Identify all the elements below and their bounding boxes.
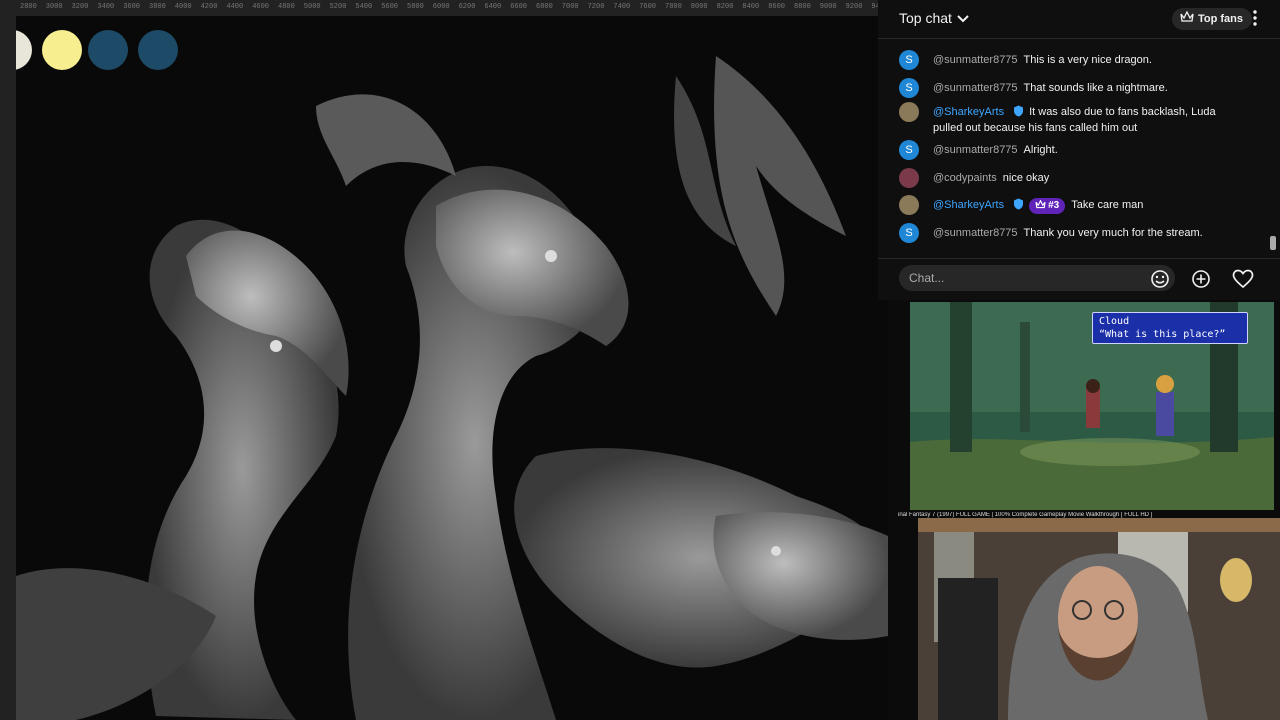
message-text: nice okay bbox=[1002, 172, 1050, 184]
ruler-tick-label: 4400 bbox=[226, 3, 244, 11]
verified-badge-icon bbox=[1013, 198, 1024, 214]
ruler-tick-label: 8200 bbox=[716, 3, 734, 11]
top-fans-button[interactable]: Top fans bbox=[1172, 8, 1253, 30]
ruler-tick-label: 7800 bbox=[665, 3, 682, 11]
more-options-icon[interactable] bbox=[1250, 9, 1260, 32]
ruler-tick-label: 2800 bbox=[20, 3, 37, 11]
message-author[interactable]: @SharkeyArts bbox=[933, 199, 1004, 211]
message-body: @sunmatter8775 This is a very nice dragon… bbox=[933, 53, 1233, 67]
verified-badge-icon bbox=[1013, 105, 1024, 121]
streamer-webcam bbox=[918, 518, 1280, 720]
message-text: Alright. bbox=[1023, 144, 1058, 156]
ruler-tick-label: 4800 bbox=[278, 3, 295, 11]
ruler-tick-label: 8000 bbox=[690, 3, 708, 11]
webcam-feed bbox=[918, 518, 1280, 720]
ruler-tick-label: 6800 bbox=[536, 3, 553, 11]
ruler-tick-label: 3200 bbox=[71, 3, 89, 11]
color-swatch[interactable] bbox=[138, 30, 178, 70]
avatar[interactable]: S bbox=[899, 50, 919, 70]
ruler-tick-label: 7400 bbox=[613, 3, 631, 11]
ruler-tick-label: 8400 bbox=[742, 3, 760, 11]
message-text: That sounds like a nightmare. bbox=[1023, 82, 1168, 94]
message-author[interactable]: @sunmatter8775 bbox=[933, 82, 1018, 94]
ruler-tick-label: 6600 bbox=[510, 3, 527, 11]
message-author[interactable]: @codypaints bbox=[933, 172, 997, 184]
ruler-tick-label: 8600 bbox=[768, 3, 785, 11]
message-text: Take care man bbox=[1071, 199, 1144, 211]
ruler-tick-label: 7000 bbox=[561, 3, 579, 11]
message-body: @sunmatter8775 Alright. bbox=[933, 143, 1233, 157]
add-icon[interactable] bbox=[1191, 269, 1211, 294]
ruler-tick-label: 4600 bbox=[252, 3, 269, 11]
heart-icon[interactable] bbox=[1232, 269, 1254, 294]
emoji-icon[interactable] bbox=[1150, 269, 1170, 294]
avatar[interactable]: S bbox=[899, 223, 919, 243]
chat-header: Top chat Top fans bbox=[878, 0, 1280, 39]
rank-label: #3 bbox=[1048, 200, 1060, 211]
ruler-tick-label: 5800 bbox=[407, 3, 424, 11]
chat-message-list: S @sunmatter8775 This is a very nice drago… bbox=[878, 42, 1280, 252]
avatar[interactable] bbox=[899, 195, 919, 215]
ruler-tick-label: 4000 bbox=[174, 3, 192, 11]
message-body: @SharkeyArts #3 Take care man bbox=[933, 198, 1233, 214]
avatar[interactable] bbox=[899, 168, 919, 188]
ruler-tick-label: 3600 bbox=[123, 3, 140, 11]
message-text: Thank you very much for the stream. bbox=[1023, 227, 1203, 239]
avatar[interactable]: S bbox=[899, 140, 919, 160]
message-author[interactable]: @sunmatter8775 bbox=[933, 227, 1018, 239]
ruler-tick-label: 6200 bbox=[458, 3, 476, 11]
dialog-speaker: Cloud bbox=[1099, 316, 1130, 327]
ruler-tick-label: 6000 bbox=[432, 3, 450, 11]
ruler-tick-label: 7600 bbox=[639, 3, 656, 11]
message-body: @sunmatter8775 That sounds like a nightma… bbox=[933, 81, 1233, 95]
chat-scrollbar[interactable] bbox=[1270, 236, 1276, 250]
avatar[interactable] bbox=[899, 102, 919, 122]
color-swatch[interactable] bbox=[42, 30, 82, 70]
dragon-artwork[interactable] bbox=[16, 16, 888, 720]
ruler-tick-label: 4200 bbox=[200, 3, 218, 11]
dragon-illustration bbox=[16, 56, 888, 720]
game-video-player[interactable]: Cloud “What is this place?” bbox=[910, 302, 1274, 510]
ruler-tick-label: 9200 bbox=[845, 3, 863, 11]
ruler-tick-label: 8800 bbox=[794, 3, 811, 11]
ruler-tick-label: 7200 bbox=[587, 3, 605, 11]
message-author[interactable]: @sunmatter8775 bbox=[933, 144, 1018, 156]
game-dialog-box: Cloud “What is this place?” bbox=[1092, 312, 1248, 344]
live-chat-panel: Top chat Top fans S @sunmatter8775 This is… bbox=[878, 0, 1280, 300]
message-body: @codypaints nice okay bbox=[933, 171, 1233, 185]
ruler-tick-label: 9000 bbox=[819, 3, 837, 11]
ruler-tick-label: 5000 bbox=[303, 3, 321, 11]
message-body: @SharkeyArts It was also due to fans back… bbox=[933, 105, 1233, 135]
avatar[interactable]: S bbox=[899, 78, 919, 98]
canvas-area[interactable]: 2800 3000 3200 3400 3600 3800 4000 4200 4400 4600… bbox=[0, 0, 888, 720]
message-author[interactable]: @SharkeyArts bbox=[933, 106, 1004, 118]
chevron-down-icon[interactable] bbox=[956, 12, 970, 31]
chat-mode-label[interactable]: Top chat bbox=[899, 10, 952, 26]
ruler-tick-label: 3000 bbox=[45, 3, 63, 11]
ruler-tick-label: 6400 bbox=[484, 3, 502, 11]
message-text: This is a very nice dragon. bbox=[1023, 54, 1152, 66]
top-fan-rank-badge: #3 bbox=[1029, 198, 1066, 214]
chat-input[interactable]: Chat... bbox=[899, 265, 1175, 291]
message-author[interactable]: @sunmatter8775 bbox=[933, 54, 1018, 66]
chat-input-row: Chat... bbox=[878, 258, 1280, 301]
ruler-tick-label: 5400 bbox=[355, 3, 373, 11]
message-body: @sunmatter8775 Thank you very much for th… bbox=[933, 226, 1233, 240]
crown-icon bbox=[1035, 199, 1048, 211]
vertical-ruler bbox=[0, 16, 17, 720]
color-swatch[interactable] bbox=[88, 30, 128, 70]
ruler-tick-label: 3800 bbox=[149, 3, 166, 11]
horizontal-ruler: 2800 3000 3200 3400 3600 3800 4000 4200 4400 4600… bbox=[0, 0, 888, 17]
dialog-line: “What is this place?” bbox=[1099, 329, 1226, 340]
top-fans-label: Top fans bbox=[1198, 13, 1244, 25]
crown-icon bbox=[1180, 10, 1194, 28]
ruler-tick-label: 5200 bbox=[329, 3, 347, 11]
ruler-tick-label: 5600 bbox=[381, 3, 398, 11]
ruler-tick-label: 3400 bbox=[97, 3, 115, 11]
